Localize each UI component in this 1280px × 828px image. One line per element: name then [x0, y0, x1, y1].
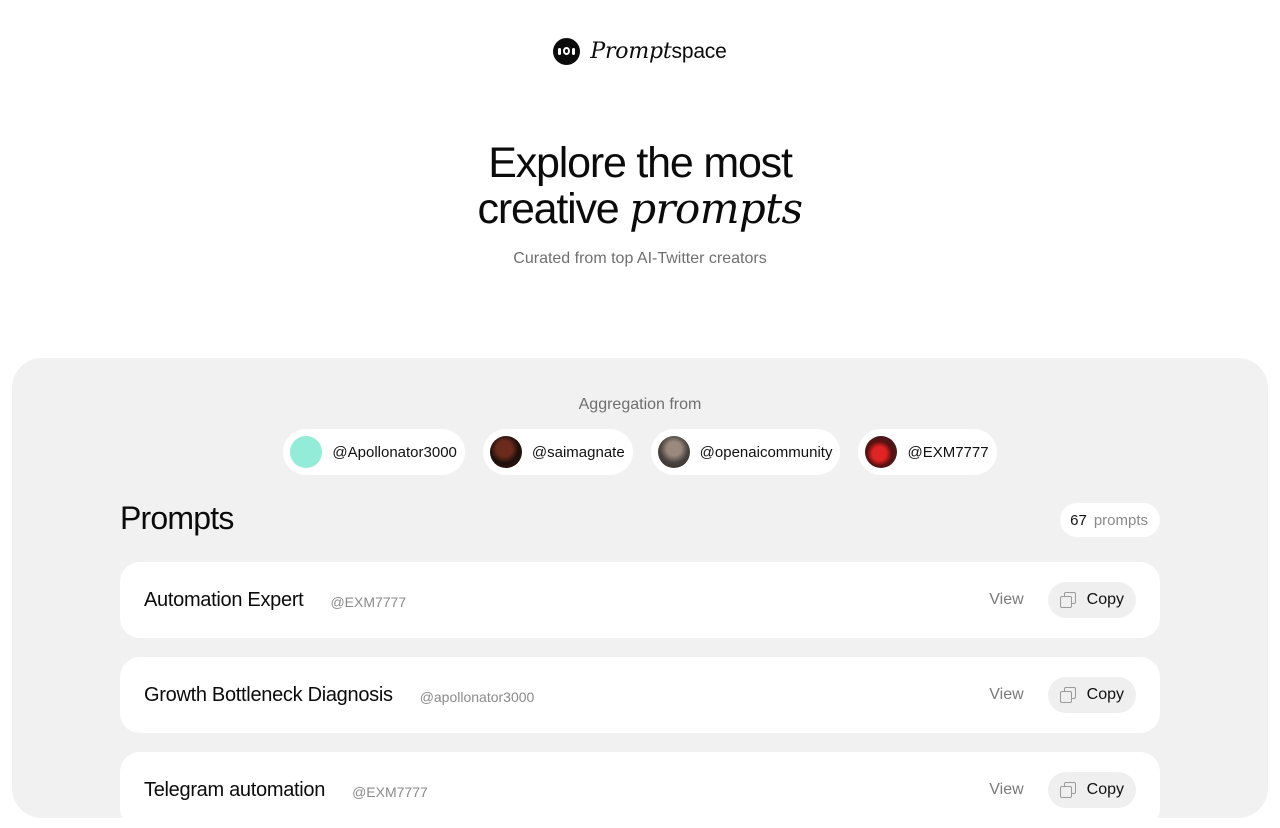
- avatar: [290, 436, 323, 468]
- creator-handle: @Apollonator3000: [332, 443, 457, 461]
- brand-logo[interactable]: Promptspace: [0, 36, 1280, 66]
- brand-name-italic: Prompt: [590, 39, 672, 64]
- prompt-row[interactable]: Growth Bottleneck Diagnosis @apollonator…: [120, 657, 1160, 733]
- prompt-author[interactable]: @apollonator3000: [420, 689, 535, 705]
- prompt-row[interactable]: Telegram automation @EXM7777 View Copy: [120, 752, 1160, 828]
- view-button[interactable]: View: [989, 591, 1023, 609]
- logo-icon: [553, 37, 581, 65]
- avatar: [657, 436, 690, 468]
- hero: Explore the most creative prompts Curate…: [0, 140, 1280, 268]
- creator-list: @Apollonator3000 @saimagnate @openaicomm…: [12, 429, 1268, 475]
- prompt-row[interactable]: Automation Expert @EXM7777 View Copy: [120, 562, 1160, 638]
- copy-button[interactable]: Copy: [1047, 772, 1136, 808]
- creator-handle: @saimagnate: [531, 443, 625, 461]
- prompt-title[interactable]: Automation Expert: [144, 589, 304, 612]
- copy-label: Copy: [1086, 686, 1124, 703]
- copy-icon: [1059, 781, 1078, 799]
- creator-chip-saimagnate[interactable]: @saimagnate: [482, 429, 633, 475]
- aggregation-title: Aggregation from: [578, 396, 702, 413]
- copy-button[interactable]: Copy: [1047, 677, 1136, 713]
- creator-handle: @openaicommunity: [699, 443, 833, 461]
- prompts-heading: Prompts: [120, 500, 234, 536]
- hero-subtitle: Curated from top AI-Twitter creators: [513, 250, 767, 267]
- prompt-title[interactable]: Growth Bottleneck Diagnosis: [144, 684, 393, 707]
- hero-title-line-1: Explore the most: [488, 139, 793, 187]
- copy-label: Copy: [1086, 781, 1124, 798]
- view-button[interactable]: View: [989, 781, 1023, 799]
- prompt-author[interactable]: @EXM7777: [330, 594, 406, 610]
- hero-title-italic: prompts: [629, 184, 803, 233]
- copy-icon: [1059, 591, 1078, 609]
- view-button[interactable]: View: [989, 686, 1023, 704]
- creator-chip-exm7777[interactable]: @EXM7777: [858, 429, 997, 475]
- copy-label: Copy: [1086, 591, 1124, 608]
- hero-title-line-2: creative prompts: [0, 184, 1280, 233]
- prompt-count-label: prompts: [1093, 511, 1148, 529]
- avatar: [865, 436, 898, 468]
- brand-name: Promptspace: [590, 36, 726, 66]
- hero-title-plain: creative: [477, 185, 630, 233]
- copy-button[interactable]: Copy: [1047, 582, 1136, 618]
- creator-handle: @EXM7777: [907, 443, 989, 461]
- brand-name-plain: space: [671, 40, 727, 63]
- prompt-author[interactable]: @EXM7777: [352, 784, 428, 800]
- prompt-title[interactable]: Telegram automation: [144, 779, 325, 802]
- prompts-panel: Aggregation from @Apollonator3000 @saima…: [12, 358, 1268, 828]
- creator-chip-apollonator3000[interactable]: @Apollonator3000: [283, 429, 465, 475]
- avatar: [489, 436, 522, 468]
- copy-icon: [1059, 686, 1078, 704]
- prompt-count: 67: [1070, 511, 1087, 529]
- prompt-count-badge: 67 prompts: [1060, 503, 1160, 537]
- creator-chip-openaicommunity[interactable]: @openaicommunity: [650, 429, 841, 475]
